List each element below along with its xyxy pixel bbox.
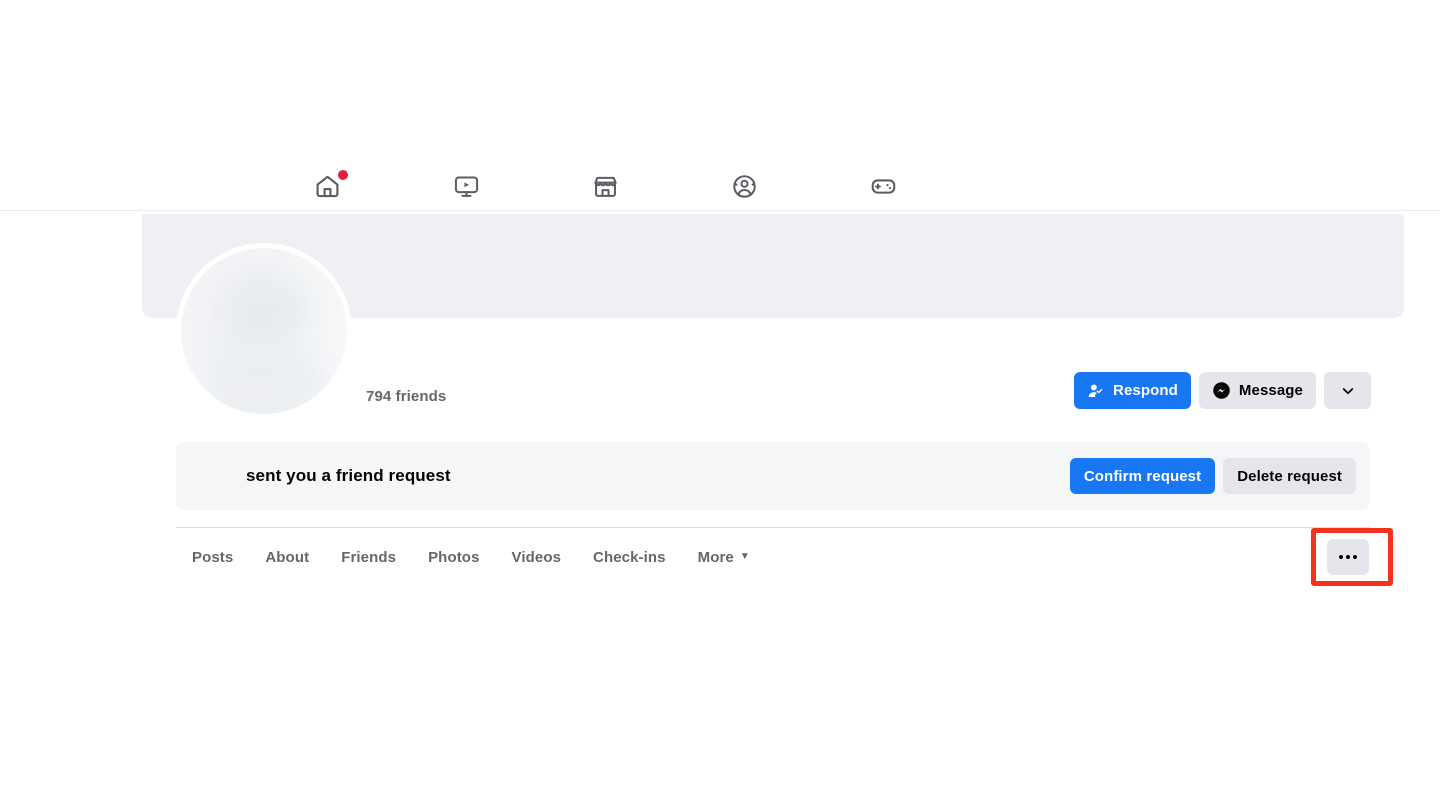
friend-request-bar: sent you a friend request Confirm reques… xyxy=(176,442,1370,510)
message-button[interactable]: Message xyxy=(1198,372,1316,409)
tab-check-ins[interactable]: Check-ins xyxy=(577,537,682,577)
tab-photos[interactable]: Photos xyxy=(412,537,495,577)
home-notification-badge xyxy=(338,170,348,180)
avatar-blur-head xyxy=(230,277,304,345)
tab-posts[interactable]: Posts xyxy=(176,537,249,577)
profile-more-options-button[interactable] xyxy=(1324,372,1371,409)
tab-friends[interactable]: Friends xyxy=(325,537,412,577)
nav-item-gaming[interactable] xyxy=(814,160,953,212)
tab-label: More xyxy=(697,548,734,566)
tab-label: Posts xyxy=(192,548,234,566)
gaming-controller-icon xyxy=(871,178,896,194)
avatar-blur-body xyxy=(204,340,328,414)
marketplace-icon xyxy=(594,176,617,197)
facebook-profile-page: 794 friends Respond Message sent you a f… xyxy=(0,0,1440,810)
caret-down-icon: ▼ xyxy=(739,551,750,562)
profile-tabs: Posts About Friends Photos Videos Check-… xyxy=(176,537,766,577)
avatar[interactable] xyxy=(176,243,352,419)
video-icon xyxy=(454,175,479,197)
profile-action-buttons: Respond Message xyxy=(1074,372,1371,409)
tab-videos[interactable]: Videos xyxy=(496,537,578,577)
delete-request-button[interactable]: Delete request xyxy=(1223,458,1356,494)
respond-button[interactable]: Respond xyxy=(1074,372,1191,409)
nav-item-groups[interactable] xyxy=(675,160,814,212)
ellipsis-icon xyxy=(1339,555,1357,559)
tab-label: About xyxy=(265,548,310,566)
tab-label: Photos xyxy=(428,548,480,566)
nav-item-home[interactable] xyxy=(258,160,397,212)
home-icon xyxy=(316,175,339,197)
nav-icon-group xyxy=(258,160,953,212)
tabs-divider xyxy=(176,527,1370,528)
tab-more[interactable]: More ▼ xyxy=(682,537,766,577)
confirm-request-button[interactable]: Confirm request xyxy=(1069,458,1216,494)
tab-about[interactable]: About xyxy=(249,537,325,577)
tab-label: Videos xyxy=(511,548,562,566)
tab-label: Check-ins xyxy=(593,548,666,566)
top-navigation-bar xyxy=(0,0,1440,211)
friend-count[interactable]: 794 friends xyxy=(366,388,446,405)
friend-request-actions: Confirm request Delete request xyxy=(1069,458,1356,494)
tab-label: Friends xyxy=(341,548,397,566)
nav-item-marketplace[interactable] xyxy=(536,160,675,212)
messenger-icon xyxy=(1213,382,1230,399)
chevron-down-icon xyxy=(1342,387,1353,394)
groups-icon xyxy=(733,174,756,198)
tabs-more-options-button[interactable] xyxy=(1327,539,1369,575)
friend-request-text: sent you a friend request xyxy=(246,466,451,485)
person-check-icon xyxy=(1088,384,1103,397)
nav-item-watch[interactable] xyxy=(397,160,536,212)
respond-button-label: Respond xyxy=(1113,382,1178,399)
message-button-label: Message xyxy=(1238,382,1303,399)
